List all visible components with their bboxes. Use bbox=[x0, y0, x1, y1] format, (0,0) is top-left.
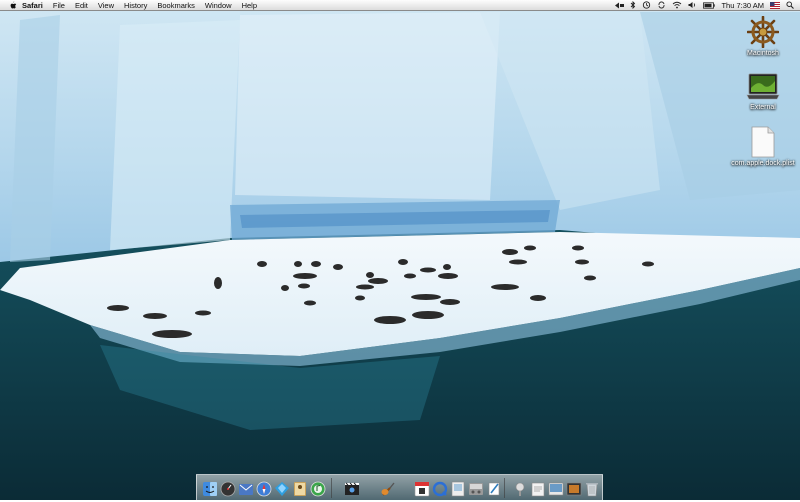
document-icon bbox=[751, 126, 775, 158]
spaces-icon[interactable] bbox=[615, 2, 625, 9]
desktop-icon-macintosh[interactable]: Macintosh bbox=[728, 16, 798, 57]
quicktime-icon[interactable] bbox=[432, 481, 448, 497]
textedit-icon[interactable] bbox=[486, 481, 502, 497]
dock-separator bbox=[504, 478, 505, 498]
imovie-icon[interactable] bbox=[344, 481, 360, 497]
menu-history[interactable]: History bbox=[119, 0, 152, 11]
desktop-icon-label: Macintosh bbox=[747, 50, 779, 57]
menu-window[interactable]: Window bbox=[200, 0, 237, 11]
wifi-icon[interactable] bbox=[672, 1, 682, 9]
sync-icon[interactable] bbox=[657, 1, 666, 9]
battery-icon[interactable] bbox=[703, 1, 716, 9]
volume-icon[interactable] bbox=[688, 1, 697, 9]
downloads-stack-icon[interactable] bbox=[512, 481, 528, 497]
menu-app-name[interactable]: Safari bbox=[18, 0, 48, 11]
garageband-icon[interactable] bbox=[380, 481, 396, 497]
menu-file[interactable]: File bbox=[48, 0, 70, 11]
desktop-icon-label: External bbox=[750, 104, 776, 111]
document-stack-icon[interactable] bbox=[530, 481, 546, 497]
ical-icon[interactable] bbox=[414, 481, 430, 497]
mail-icon[interactable] bbox=[238, 481, 254, 497]
input-menu-flag-icon[interactable] bbox=[770, 1, 780, 9]
ichat-icon[interactable] bbox=[274, 481, 290, 497]
time-machine-icon[interactable] bbox=[642, 1, 651, 9]
preview-icon[interactable] bbox=[450, 481, 466, 497]
system-preferences-icon[interactable] bbox=[468, 481, 484, 497]
menu-view[interactable]: View bbox=[93, 0, 119, 11]
finder-icon[interactable] bbox=[202, 481, 218, 497]
menu-bar: Safari File Edit View History Bookmarks … bbox=[0, 0, 800, 11]
menu-help[interactable]: Help bbox=[237, 0, 262, 11]
photo-stack-icon[interactable] bbox=[548, 481, 564, 497]
desktop-wallpaper bbox=[0, 0, 800, 500]
address-book-icon[interactable] bbox=[292, 481, 308, 497]
external-drive-icon bbox=[746, 73, 780, 100]
desktop-icon-external[interactable]: External bbox=[728, 72, 798, 111]
trash-icon[interactable] bbox=[584, 481, 600, 497]
safari-icon[interactable] bbox=[256, 481, 272, 497]
desktop-icon-label: com.apple.dock.plist bbox=[731, 160, 795, 167]
apple-menu-icon[interactable] bbox=[8, 1, 18, 10]
ships-wheel-icon bbox=[747, 16, 779, 48]
dock-separator bbox=[331, 478, 332, 498]
desktop-icon-dock-plist[interactable]: com.apple.dock.plist bbox=[728, 126, 798, 167]
menu-extras: Thu 7:30 AM bbox=[615, 0, 800, 11]
dashboard-icon[interactable] bbox=[220, 481, 236, 497]
menu-bookmarks[interactable]: Bookmarks bbox=[152, 0, 200, 11]
itunes-icon[interactable] bbox=[310, 481, 326, 497]
menu-clock[interactable]: Thu 7:30 AM bbox=[721, 0, 764, 11]
menu-edit[interactable]: Edit bbox=[70, 0, 93, 11]
spotlight-search-icon[interactable] bbox=[786, 1, 794, 9]
screenshot-stack-icon[interactable] bbox=[566, 481, 582, 497]
bluetooth-icon[interactable] bbox=[630, 1, 636, 9]
